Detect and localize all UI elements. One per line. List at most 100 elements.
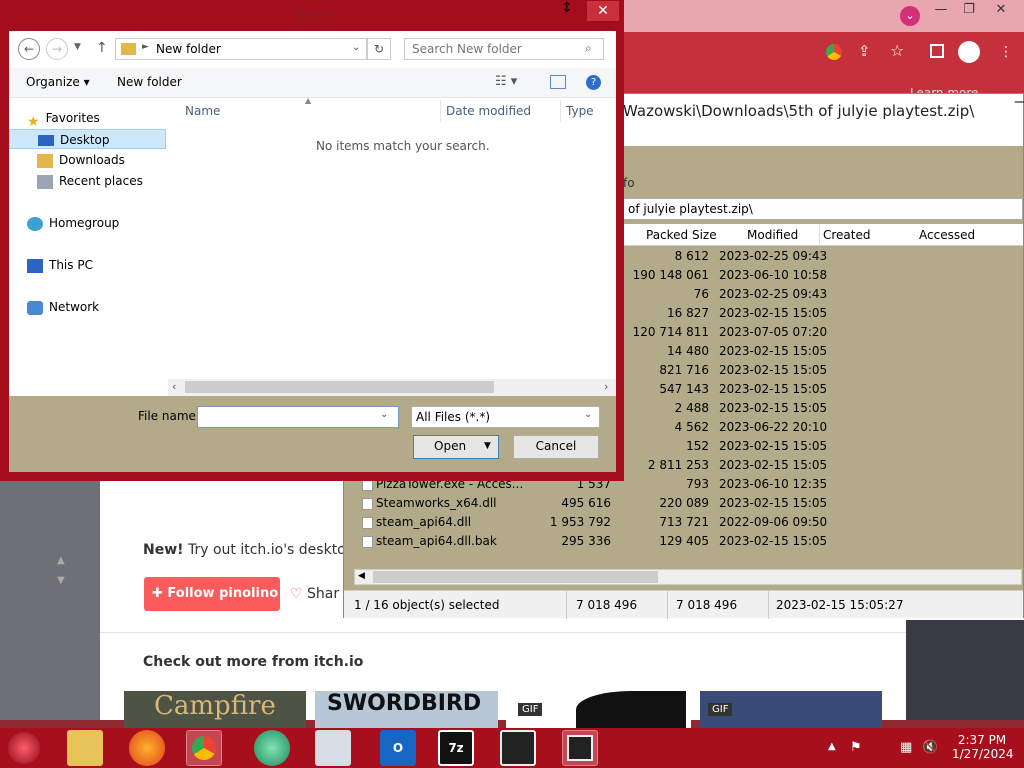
- forward-icon[interactable]: →: [46, 38, 68, 60]
- cancel-button[interactable]: Cancel: [513, 435, 599, 459]
- row-packed: 2 811 253: [647, 458, 709, 472]
- nav-downloads[interactable]: Downloads: [37, 150, 125, 170]
- col-modified[interactable]: Modified: [747, 228, 798, 242]
- nav-homegroup[interactable]: Homegroup: [27, 213, 119, 233]
- tray-chevron-icon[interactable]: ▲: [828, 741, 836, 752]
- help-icon[interactable]: ?: [586, 75, 601, 90]
- sevenzip-address[interactable]: of julyie playtest.zip\: [623, 198, 1023, 220]
- nav-favorites[interactable]: ★ Favorites: [27, 108, 100, 130]
- navigation-pane: ★ Favorites Desktop Downloads Recent plac…: [9, 98, 166, 396]
- row-packed: 547 143: [659, 382, 709, 396]
- filename-input[interactable]: ⌄: [197, 406, 399, 428]
- outlook-icon[interactable]: O: [380, 730, 416, 766]
- sevenzip-column-headers: Packed Size Modified Created Accessed: [623, 224, 1023, 246]
- scroll-up-icon[interactable]: ▲: [57, 555, 65, 566]
- path-segment[interactable]: New folder: [156, 42, 221, 56]
- row-size: 495 616: [561, 496, 611, 510]
- dialog-hscroll[interactable]: ‹ ›: [168, 379, 616, 396]
- desktop-icon: [38, 135, 54, 146]
- volume-icon[interactable]: 🔇: [922, 740, 938, 755]
- app-globe-icon[interactable]: [254, 730, 290, 766]
- filetype-select[interactable]: All Files (*.*) ⌄: [411, 406, 600, 428]
- chevron-down-icon[interactable]: ⌄: [900, 6, 920, 26]
- preview-pane-icon[interactable]: [550, 75, 566, 89]
- row-modified: 2023-02-15 15:05: [719, 534, 828, 548]
- row-packed: 713 721: [659, 515, 709, 529]
- profile-icon[interactable]: [958, 41, 980, 63]
- share-icon[interactable]: ⇪: [858, 42, 871, 60]
- row-packed: 4 562: [674, 420, 709, 434]
- chrome-taskbar-button[interactable]: [186, 730, 222, 766]
- nav-desktop[interactable]: Desktop: [9, 129, 166, 149]
- control-panel-icon[interactable]: [315, 730, 351, 766]
- dialog-close-button[interactable]: ✕: [587, 1, 619, 21]
- status-packed: 7 018 496: [676, 598, 738, 612]
- follow-button[interactable]: ✚ Follow pinolino: [144, 577, 280, 611]
- table-row[interactable]: Steamworks_x64.dll 495 616 220 089 2023-02-…: [354, 494, 1014, 513]
- address-bar[interactable]: ► New folder ⌄: [115, 38, 367, 60]
- game-thumb-swordbird[interactable]: SWORDBIRD: [315, 691, 498, 728]
- recent-icon: [37, 174, 53, 189]
- scroll-down-icon[interactable]: ▼: [57, 575, 65, 586]
- sidepanel-icon[interactable]: [930, 44, 944, 58]
- row-modified: 2023-06-10 10:58: [719, 268, 828, 282]
- row-packed: 152: [686, 439, 709, 453]
- command-bar: [9, 68, 616, 98]
- game-thumb-campfire[interactable]: Campfire: [124, 691, 306, 728]
- row-modified: 2023-02-15 15:05: [719, 306, 828, 320]
- sevenzip-hscroll[interactable]: ◀: [354, 569, 1022, 585]
- col-name[interactable]: Name: [185, 104, 220, 118]
- up-icon[interactable]: ↑: [96, 40, 108, 56]
- file-icon: [362, 536, 373, 548]
- table-row[interactable]: steam_api64.dll 1 953 792 713 721 2022-09-0…: [354, 513, 1014, 532]
- start-icon[interactable]: [8, 732, 40, 764]
- status-size: 7 018 496: [576, 598, 638, 612]
- google-icon[interactable]: [826, 44, 842, 60]
- firefox-icon[interactable]: [129, 730, 165, 766]
- tray-wifi-icon[interactable]: ▦: [900, 740, 912, 755]
- search-input[interactable]: Search New folder ⌕: [404, 38, 604, 60]
- star-icon[interactable]: ☆: [890, 41, 904, 60]
- row-modified: 2023-02-15 15:05: [719, 382, 828, 396]
- col-accessed[interactable]: Accessed: [919, 228, 975, 242]
- minimize-icon[interactable]: —: [928, 1, 954, 19]
- menu-icon[interactable]: ⋮: [999, 44, 1013, 60]
- col-packed[interactable]: Packed Size: [646, 228, 717, 242]
- chevron-down-icon: ⌄: [352, 42, 361, 53]
- game-thumb-4[interactable]: GIF: [700, 691, 882, 728]
- row-modified: 2023-02-15 15:05: [719, 401, 828, 415]
- gif-badge: GIF: [708, 703, 733, 716]
- recent-dropdown-icon[interactable]: ▼: [74, 42, 81, 52]
- back-icon[interactable]: ←: [18, 38, 40, 60]
- open-button[interactable]: Open ▼: [413, 435, 499, 459]
- table-row[interactable]: steam_api64.dll.bak 295 336 129 405 2023-02…: [354, 532, 1014, 551]
- pizza-tower-active-button[interactable]: [562, 730, 598, 766]
- col-created[interactable]: Created: [819, 228, 871, 242]
- share-button[interactable]: ♡ Shar: [290, 586, 339, 602]
- close-icon[interactable]: ✕: [988, 1, 1014, 19]
- nav-thispc[interactable]: This PC: [27, 255, 93, 275]
- col-date[interactable]: Date modified: [446, 104, 531, 118]
- pizza-tower-icon[interactable]: [500, 730, 536, 766]
- tray-network-icon[interactable]: ⚑: [850, 740, 862, 755]
- row-modified: 2023-02-15 15:05: [719, 458, 828, 472]
- refresh-icon[interactable]: ↻: [367, 38, 391, 60]
- game-thumb-3[interactable]: GIF: [506, 691, 691, 728]
- restore-icon[interactable]: ❐: [956, 1, 982, 19]
- nav-network[interactable]: Network: [27, 297, 99, 317]
- file-explorer-icon[interactable]: [67, 730, 103, 766]
- new-folder-button[interactable]: New folder: [117, 75, 182, 89]
- nav-recent[interactable]: Recent places: [37, 171, 143, 191]
- organize-button[interactable]: Organize ▾: [26, 75, 90, 89]
- col-type[interactable]: Type: [566, 104, 594, 118]
- file-icon: [362, 517, 373, 529]
- clock-time: 2:37 PM: [957, 733, 1007, 747]
- row-packed: 220 089: [659, 496, 709, 510]
- more-heading: Check out more from itch.io: [143, 654, 364, 670]
- 7zip-taskbar-button[interactable]: 7z: [438, 730, 474, 766]
- clock[interactable]: 2:37 PM 1/27/2024: [952, 733, 1014, 761]
- view-icon[interactable]: ☷ ▾: [495, 74, 517, 89]
- chevron-down-icon: ⌄: [380, 409, 389, 420]
- sevenzip-path-title: Wazowski\Downloads\5th of julyie playtes…: [623, 102, 975, 120]
- row-packed: 2 488: [674, 401, 709, 415]
